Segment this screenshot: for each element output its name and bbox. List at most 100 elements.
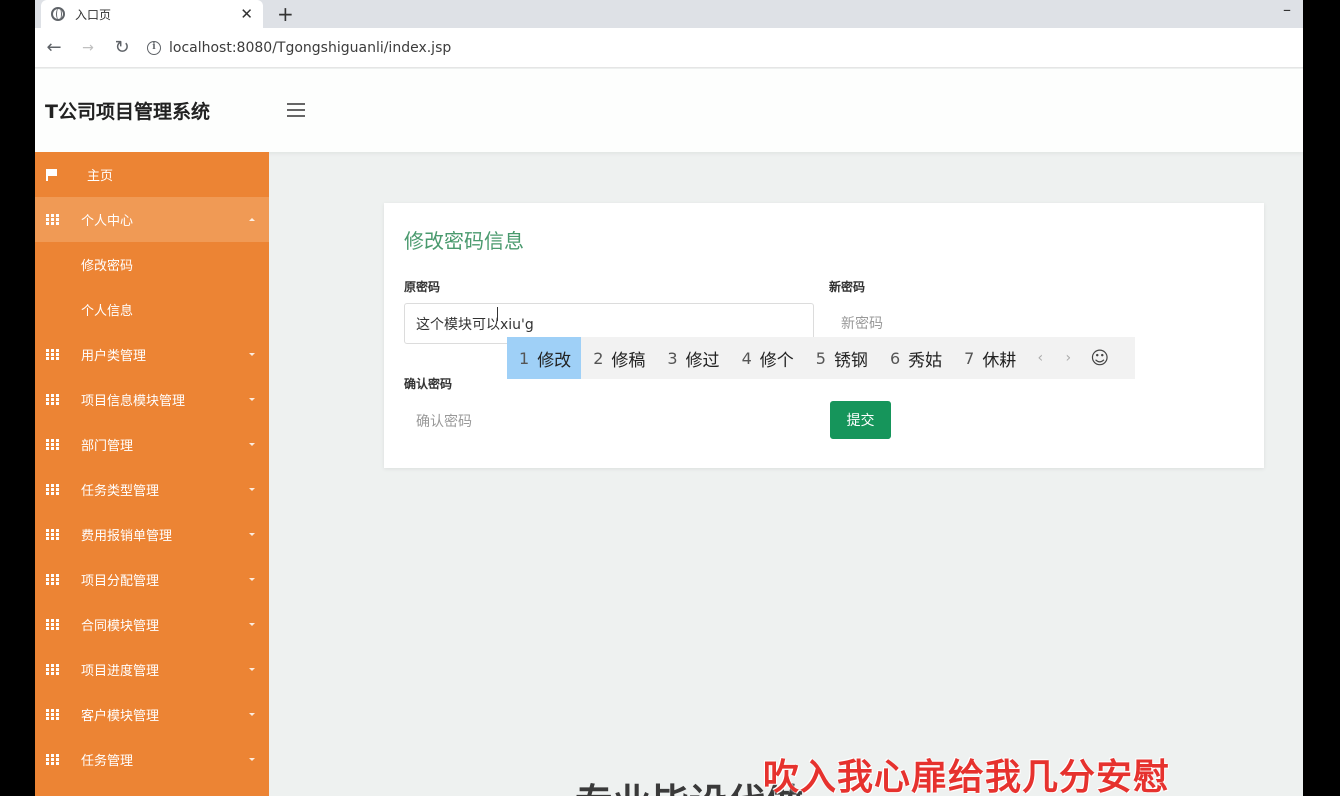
sidebar-item-label: 任务类型管理 xyxy=(81,484,160,499)
ime-candidate-number: 3 xyxy=(667,348,678,368)
sidebar-item-label: 主页 xyxy=(87,169,114,184)
ime-candidate-number: 2 xyxy=(593,348,604,368)
sidebar-item-label: 用户类管理 xyxy=(81,349,147,364)
sidebar-item-home[interactable]: 主页 xyxy=(35,152,269,197)
chevron-down-icon xyxy=(249,668,255,671)
chevron-down-icon xyxy=(249,713,255,716)
ime-candidate-number: 4 xyxy=(741,348,752,368)
sidebar-item-task[interactable]: 任务管理 xyxy=(35,737,269,782)
ime-candidate[interactable]: 2 修稿 xyxy=(581,337,655,379)
sidebar-item-user-management[interactable]: 用户类管理 xyxy=(35,332,269,377)
sidebar-item-label: 任务管理 xyxy=(81,754,134,769)
ime-candidate-text: 休耕 xyxy=(982,350,1017,371)
confirm-password-label: 确认密码 xyxy=(404,377,453,391)
sidebar-item-personal-center[interactable]: 个人中心 xyxy=(35,197,269,242)
ime-candidate[interactable]: 1 修改 xyxy=(507,337,582,379)
address-bar: ← → ↻ i localhost:8080/Tgongshiguanli/in… xyxy=(35,28,1303,68)
right-black-border xyxy=(1303,0,1340,796)
sidebar-item-label: 费用报销单管理 xyxy=(81,529,173,544)
sidebar-item-label: 项目进度管理 xyxy=(81,664,160,679)
grid-icon xyxy=(46,709,59,720)
ime-candidate-text: 修个 xyxy=(759,350,794,371)
chevron-down-icon xyxy=(249,533,255,536)
sidebar-item-project-assignment[interactable]: 项目分配管理 xyxy=(35,557,269,602)
ime-prev-page-icon[interactable]: ‹ xyxy=(1026,350,1054,366)
sidebar-item-project-progress[interactable]: 项目进度管理 xyxy=(35,647,269,692)
sidebar-item-label: 客户模块管理 xyxy=(81,709,160,724)
chevron-down-icon xyxy=(249,488,255,491)
ime-candidate-text: 秀姑 xyxy=(908,350,943,371)
card-title: 修改密码信息 xyxy=(404,229,524,253)
ime-candidate[interactable]: 5 锈钢 xyxy=(804,337,878,379)
grid-icon xyxy=(46,349,59,360)
grid-icon xyxy=(46,439,59,450)
ime-next-page-icon[interactable]: › xyxy=(1054,350,1082,366)
app-header: T公司项目管理系统 xyxy=(35,69,1303,152)
screen: 入口页 ✕ + – ← → ↻ i localhost:8080/Tgongsh… xyxy=(35,0,1303,796)
browser-tab[interactable]: 入口页 ✕ xyxy=(41,0,263,28)
sidebar-item-expense[interactable]: 费用报销单管理 xyxy=(35,512,269,557)
new-password-label: 新密码 xyxy=(829,280,866,294)
ime-candidate-text: 锈钢 xyxy=(833,350,868,371)
sidebar-item-customer[interactable]: 客户模块管理 xyxy=(35,692,269,737)
ime-candidate-number: 5 xyxy=(815,348,826,368)
sidebar-subitem-label: 个人信息 xyxy=(81,304,134,319)
chevron-up-icon xyxy=(249,218,255,221)
site-info-icon[interactable]: i xyxy=(147,40,161,55)
reload-icon[interactable]: ↻ xyxy=(107,37,137,58)
ime-candidate-text: 修过 xyxy=(685,350,720,371)
grid-icon xyxy=(46,754,59,765)
grid-icon xyxy=(46,214,59,225)
chevron-down-icon xyxy=(249,578,255,581)
sidebar-item-label: 合同模块管理 xyxy=(81,619,160,634)
back-arrow-icon[interactable]: ← xyxy=(39,37,69,58)
emoji-icon[interactable]: ☺ xyxy=(1090,348,1109,369)
sidebar-subitem-personal-info[interactable]: 个人信息 xyxy=(35,287,269,332)
app-title: T公司项目管理系统 xyxy=(45,101,210,123)
grid-icon xyxy=(46,394,59,405)
submit-button[interactable]: 提交 xyxy=(830,401,891,439)
chevron-down-icon xyxy=(249,758,255,761)
grid-icon xyxy=(46,529,59,540)
sidebar: 主页 个人中心 修改密码 个人信息 用户类管理 项目信息模块管理 部门管理 任务… xyxy=(35,152,269,796)
hamburger-menu-icon[interactable] xyxy=(287,103,305,121)
grid-icon xyxy=(46,574,59,585)
chevron-down-icon xyxy=(249,623,255,626)
sidebar-item-task-type[interactable]: 任务类型管理 xyxy=(35,467,269,512)
grid-icon xyxy=(46,619,59,630)
sidebar-item-label: 部门管理 xyxy=(81,439,134,454)
browser-tab-bar: 入口页 ✕ + – xyxy=(35,0,1303,28)
ime-candidate-text: 修改 xyxy=(537,350,572,371)
sidebar-item-label: 项目信息模块管理 xyxy=(81,394,186,409)
chevron-down-icon xyxy=(249,353,255,356)
ime-candidate[interactable]: 3 修过 xyxy=(655,337,729,379)
ime-candidate-number: 7 xyxy=(964,348,975,368)
url-text[interactable]: localhost:8080/Tgongshiguanli/index.jsp xyxy=(169,40,451,56)
flag-icon xyxy=(46,169,58,181)
sidebar-subitem-label: 修改密码 xyxy=(81,259,134,274)
close-tab-icon[interactable]: ✕ xyxy=(240,5,253,23)
chevron-down-icon xyxy=(249,398,255,401)
sidebar-item-project-info[interactable]: 项目信息模块管理 xyxy=(35,377,269,422)
sidebar-item-contract[interactable]: 合同模块管理 xyxy=(35,602,269,647)
confirm-password-input[interactable] xyxy=(404,401,814,442)
ime-candidate-number: 6 xyxy=(889,348,901,368)
ime-candidate-text: 修稿 xyxy=(611,350,646,371)
left-black-border xyxy=(0,0,35,796)
minimize-button[interactable]: – xyxy=(1283,0,1291,19)
ime-candidate-number: 1 xyxy=(519,348,530,368)
old-password-label: 原密码 xyxy=(404,280,441,294)
sidebar-subitem-change-password[interactable]: 修改密码 xyxy=(35,242,269,287)
new-tab-button[interactable]: + xyxy=(277,2,294,26)
change-password-card: 修改密码信息 原密码 新密码 确认密码 提交 xyxy=(384,203,1264,468)
ime-candidate[interactable]: 6 秀姑 xyxy=(878,337,952,379)
forward-arrow-icon[interactable]: → xyxy=(73,40,103,56)
sidebar-item-label: 项目分配管理 xyxy=(81,574,160,589)
sidebar-item-department[interactable]: 部门管理 xyxy=(35,422,269,467)
ime-candidate-bar: 1 修改 2 修稿 3 修过 4 修个 5 锈钢 6 秀姑 7 休耕 ‹ › ☺ xyxy=(507,337,1135,379)
lyric-subtitle: 吹入我心扉给我几分安慰 xyxy=(763,757,1171,796)
globe-icon xyxy=(51,7,65,21)
ime-candidate[interactable]: 4 修个 xyxy=(730,337,804,379)
sidebar-item-label: 个人中心 xyxy=(81,214,134,229)
ime-candidate[interactable]: 7 休耕 xyxy=(952,337,1026,379)
